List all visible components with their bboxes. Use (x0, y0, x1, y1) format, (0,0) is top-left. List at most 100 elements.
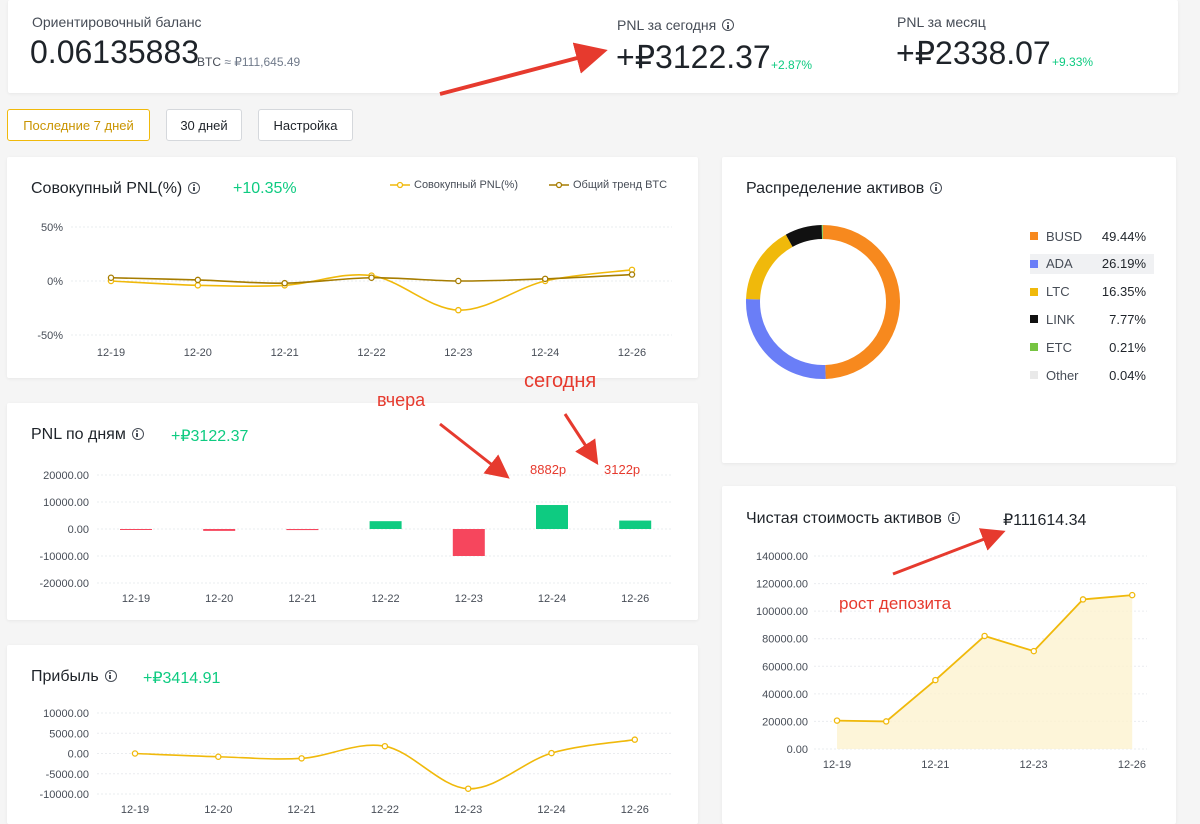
pnl-today-label: PNL за сегодня (617, 17, 735, 33)
legend-item-ltc[interactable]: LTC 16.35% (1030, 282, 1154, 302)
30-days-button[interactable]: 30 дней (166, 109, 242, 141)
x-tick-label: 12-23 (454, 804, 482, 816)
y-tick-label: 5000.00 (49, 728, 89, 740)
legend-swatch (1030, 232, 1038, 240)
data-point (1030, 647, 1038, 655)
data-point (368, 274, 375, 282)
legend-asset-name: Other (1046, 367, 1079, 383)
x-tick-label: 12-21 (271, 347, 299, 359)
bar (203, 529, 236, 531)
x-tick-label: 12-23 (1020, 759, 1048, 771)
data-point (1128, 591, 1136, 599)
asset-allocation-donut[interactable] (740, 220, 910, 390)
y-tick-label: 60000.00 (762, 661, 808, 673)
bar (536, 505, 568, 529)
legend-btc-trend[interactable]: Общий тренд BTC (549, 179, 667, 191)
data-point (281, 279, 288, 287)
info-icon[interactable] (722, 19, 735, 32)
data-point (541, 275, 549, 283)
legend-asset-name: BUSD (1046, 228, 1083, 244)
info-icon[interactable] (104, 669, 117, 682)
y-tick-label: 0.00 (787, 744, 808, 756)
y-tick-label: -5000.00 (46, 769, 89, 781)
y-tick-label: 140000.00 (756, 551, 808, 563)
y-tick-label: 0.00 (68, 524, 89, 536)
legend-item-etc[interactable]: ETC 0.21% (1030, 337, 1154, 357)
last-7-days-button[interactable]: Последние 7 дней (7, 109, 150, 141)
legend-swatch (1030, 343, 1038, 352)
data-point (464, 785, 472, 792)
y-tick-label: 40000.00 (762, 689, 808, 701)
x-tick-label: 12-20 (204, 804, 232, 816)
bar (452, 529, 485, 556)
x-tick-label: 12-21 (288, 804, 316, 816)
legend-item-other[interactable]: Other 0.04% (1030, 365, 1154, 385)
legend-asset-name: ADA (1046, 256, 1073, 272)
x-tick-label: 12-26 (1118, 759, 1146, 771)
x-tick-label: 12-20 (205, 593, 233, 605)
y-tick-label: -10000.00 (39, 551, 89, 563)
legend-cumulative-pnl[interactable]: Совокупный PNL(%) (390, 179, 518, 191)
x-tick-label: 12-19 (97, 347, 125, 359)
profit-title: Прибыль (31, 668, 117, 686)
legend-asset-percent: 0.21% (1109, 339, 1146, 355)
x-tick-label: 12-22 (372, 593, 400, 605)
legend-asset-name: LTC (1046, 284, 1070, 300)
x-tick-label: 12-23 (444, 347, 472, 359)
x-tick-label: 12-24 (537, 804, 565, 816)
data-point (882, 718, 890, 725)
y-tick-label: 100000.00 (756, 606, 808, 618)
x-tick-label: 12-26 (621, 804, 649, 816)
balance-unit: BTC ≈ ₽111,645.49 (197, 55, 301, 69)
annotation-deposit-growth: рост депозита (839, 594, 952, 613)
y-tick-label: 50% (41, 222, 63, 234)
legend-item-link[interactable]: LINK 7.77% (1030, 309, 1154, 329)
cumulative-pnl-chart[interactable]: 50% 0% -50% 12-19 12-20 12-21 12-22 12-23 12-24 1… (7, 210, 698, 370)
x-tick-label: 12-24 (531, 347, 559, 359)
legend-item-busd[interactable]: BUSD 49.44% (1030, 226, 1154, 246)
legend-asset-percent: 0.04% (1109, 367, 1146, 383)
net-worth-chart[interactable]: 140000.00 120000.00 100000.00 80000.00 60000… (722, 540, 1176, 780)
info-icon[interactable] (131, 427, 144, 440)
info-icon[interactable] (930, 181, 943, 194)
info-icon[interactable] (188, 181, 201, 194)
net-worth-title: Чистая стоимость активов (746, 510, 960, 528)
y-tick-label: 10000.00 (43, 708, 89, 720)
y-tick-label: 0.00 (68, 749, 89, 761)
x-tick-label: 12-20 (184, 347, 212, 359)
y-tick-label: -20000.00 (39, 578, 89, 590)
y-tick-label: -10000.00 (39, 789, 89, 801)
x-tick-label: 12-22 (371, 804, 399, 816)
balance-value: 0.06135883 (30, 34, 200, 70)
pnl-month-value: +₽2338.07 (896, 35, 1051, 71)
y-tick-label: 120000.00 (756, 579, 808, 591)
data-point (833, 717, 841, 724)
settings-button[interactable]: Настройка (258, 109, 353, 141)
legend-line-icon (549, 181, 569, 189)
legend-asset-percent: 26.19% (1101, 256, 1146, 272)
profit-value: +₽3414.91 (143, 670, 221, 687)
legend-swatch (1030, 259, 1038, 268)
data-point (131, 750, 139, 757)
legend-line-icon (390, 181, 410, 189)
pnl-today-value: +₽3122.37 (616, 39, 771, 75)
net-worth-value: ₽111614.34 (1003, 512, 1087, 529)
daily-pnl-chart[interactable]: 20000.00 10000.00 0.00 -10000.00 -20000.00 12… (7, 458, 698, 613)
annotation-yesterday: вчера (377, 390, 426, 410)
bar (369, 521, 402, 529)
data-point (455, 277, 462, 285)
legend-item-ada[interactable]: ADA 26.19% (1030, 253, 1154, 274)
x-tick-label: 12-19 (121, 804, 149, 816)
x-tick-label: 12-22 (357, 347, 385, 359)
x-tick-label: 12-19 (122, 593, 150, 605)
x-tick-label: 12-26 (618, 347, 646, 359)
y-tick-label: 0% (47, 276, 63, 288)
pnl-month-change: +9.33% (1052, 55, 1094, 69)
y-tick-label: 80000.00 (762, 634, 808, 646)
profit-chart[interactable]: 10000.00 5000.00 0.00 -5000.00 -10000.00 12-1… (7, 702, 698, 824)
data-point (628, 271, 636, 278)
data-point (107, 274, 115, 282)
info-icon[interactable] (947, 511, 960, 524)
pnl-month-label: PNL за месяц (897, 14, 986, 30)
data-point (981, 632, 988, 640)
